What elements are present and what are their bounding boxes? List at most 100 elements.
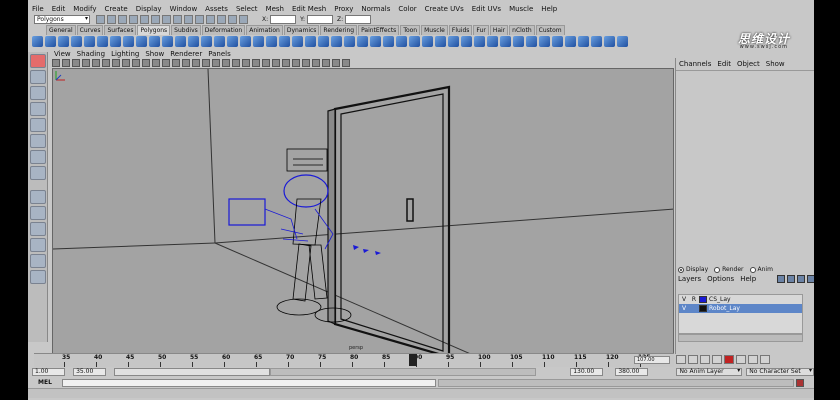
channel-menu-object[interactable]: Object xyxy=(737,60,760,68)
polygon-tool-icon[interactable] xyxy=(578,35,589,47)
select-hierarchy-icon[interactable] xyxy=(129,14,138,24)
panel-tool-icon[interactable] xyxy=(242,59,250,67)
polygon-tool-icon[interactable] xyxy=(448,35,459,47)
playback-start-field[interactable]: 35.00 xyxy=(73,368,107,376)
select-component-icon[interactable] xyxy=(151,14,160,24)
layer-down-icon[interactable] xyxy=(807,275,814,283)
panel-tool-icon[interactable] xyxy=(52,59,60,67)
polygon-tool-icon[interactable] xyxy=(396,35,407,47)
polygon-tool-icon[interactable] xyxy=(604,35,615,47)
panel-tool-icon[interactable] xyxy=(292,59,300,67)
polygon-tool-icon[interactable] xyxy=(474,35,485,47)
snap-curve-icon[interactable] xyxy=(173,14,182,24)
panel-tool-icon[interactable] xyxy=(72,59,80,67)
panel-tool-icon[interactable] xyxy=(162,59,170,67)
z-field[interactable] xyxy=(345,14,372,24)
manipulator-tool-icon[interactable] xyxy=(29,150,46,164)
radio-icon[interactable] xyxy=(749,266,756,273)
ipr-render-icon[interactable] xyxy=(228,14,237,24)
time-slider[interactable]: 35 40 45 50 55 60 65 70 75 80 85 90 95 100 105 110 115 12… xyxy=(34,353,674,367)
scale-tool-icon[interactable] xyxy=(29,134,46,148)
polygon-tool-icon[interactable] xyxy=(487,35,498,47)
four-view-layout-icon[interactable] xyxy=(29,206,46,220)
persp-graph-layout-icon[interactable] xyxy=(29,238,46,252)
character-set-dropdown[interactable]: No Character Set xyxy=(746,368,814,376)
polygon-tool-icon[interactable] xyxy=(552,35,563,47)
polygon-tool-icon[interactable] xyxy=(617,35,628,47)
layer-menu-help[interactable]: Help xyxy=(740,275,756,283)
panel-tool-icon[interactable] xyxy=(312,59,320,67)
stop-icon[interactable] xyxy=(724,355,734,364)
polygon-tool-icon[interactable] xyxy=(240,35,251,47)
layer-reference-toggle[interactable]: R xyxy=(689,296,699,303)
current-frame-field[interactable]: 107.00 xyxy=(634,356,670,364)
end-time-field[interactable]: 380.00 xyxy=(615,368,649,376)
snap-point-icon[interactable] xyxy=(184,14,193,24)
open-scene-icon[interactable] xyxy=(107,14,116,24)
play-backwards-icon[interactable] xyxy=(712,355,722,364)
menu-assets[interactable]: Assets xyxy=(205,5,228,13)
panel-tool-icon[interactable] xyxy=(222,59,230,67)
go-to-end-icon[interactable] xyxy=(760,355,770,364)
step-back-key-icon[interactable] xyxy=(688,355,698,364)
polygon-tool-icon[interactable] xyxy=(370,35,381,47)
layer-visibility-toggle[interactable]: V xyxy=(679,296,689,303)
panel-tool-icon[interactable] xyxy=(322,59,330,67)
menu-proxy[interactable]: Proxy xyxy=(334,5,353,13)
script-editor-icon[interactable] xyxy=(796,378,804,387)
polygon-tool-icon[interactable] xyxy=(45,35,56,47)
menu-color[interactable]: Color xyxy=(398,5,416,13)
polygon-tool-icon[interactable] xyxy=(409,35,420,47)
channel-menu-edit[interactable]: Edit xyxy=(717,60,731,68)
polygon-tool-icon[interactable] xyxy=(71,35,82,47)
panel-tool-icon[interactable] xyxy=(272,59,280,67)
polygon-tool-icon[interactable] xyxy=(227,35,238,47)
polygon-tool-icon[interactable] xyxy=(279,35,290,47)
panel-tool-icon[interactable] xyxy=(182,59,190,67)
polygon-tool-icon[interactable] xyxy=(84,35,95,47)
polygon-tool-icon[interactable] xyxy=(214,35,225,47)
panel-menu-panels[interactable]: Panels xyxy=(208,50,231,58)
panel-tool-icon[interactable] xyxy=(342,59,350,67)
polygon-tool-icon[interactable] xyxy=(500,35,511,47)
panel-menu-lighting[interactable]: Lighting xyxy=(111,50,139,58)
layer-list-scrollbar[interactable] xyxy=(678,334,803,342)
menu-edit-uvs[interactable]: Edit UVs xyxy=(472,5,501,13)
polygon-tool-icon[interactable] xyxy=(383,35,394,47)
panel-tool-icon[interactable] xyxy=(302,59,310,67)
snap-grid-icon[interactable] xyxy=(162,14,171,24)
polygon-tool-icon[interactable] xyxy=(110,35,121,47)
menu-edit-mesh[interactable]: Edit Mesh xyxy=(292,5,326,13)
panel-tool-icon[interactable] xyxy=(212,59,220,67)
layer-color-swatch[interactable] xyxy=(699,305,707,312)
panel-tool-icon[interactable] xyxy=(172,59,180,67)
menu-file[interactable]: File xyxy=(32,5,44,13)
create-layer-selected-icon[interactable] xyxy=(787,275,795,283)
layer-row[interactable]: V R CS_Lay xyxy=(679,295,802,304)
layer-mode-anim[interactable]: Anim xyxy=(749,266,773,273)
current-time-marker[interactable] xyxy=(409,354,417,366)
polygon-tool-icon[interactable] xyxy=(32,35,43,47)
polygon-tool-icon[interactable] xyxy=(513,35,524,47)
polygon-tool-icon[interactable] xyxy=(461,35,472,47)
panel-tool-icon[interactable] xyxy=(142,59,150,67)
layer-mode-display[interactable]: Display xyxy=(678,266,708,273)
go-to-start-icon[interactable] xyxy=(676,355,686,364)
menu-create[interactable]: Create xyxy=(104,5,127,13)
polygon-tool-icon[interactable] xyxy=(344,35,355,47)
polygon-tool-icon[interactable] xyxy=(526,35,537,47)
start-time-field[interactable]: 1.00 xyxy=(32,368,66,376)
menu-display[interactable]: Display xyxy=(136,5,162,13)
snap-surface-icon[interactable] xyxy=(195,14,204,24)
single-view-layout-icon[interactable] xyxy=(29,190,46,204)
menu-mesh[interactable]: Mesh xyxy=(266,5,284,13)
lasso-tool-icon[interactable] xyxy=(29,70,46,84)
save-scene-icon[interactable] xyxy=(118,14,127,24)
command-input[interactable] xyxy=(62,378,436,387)
polygon-tool-icon[interactable] xyxy=(266,35,277,47)
persp-outliner-layout-icon[interactable] xyxy=(29,254,46,268)
command-language-label[interactable]: MEL xyxy=(28,379,62,386)
polygon-tool-icon[interactable] xyxy=(539,35,550,47)
panel-tool-icon[interactable] xyxy=(232,59,240,67)
side-by-side-layout-icon[interactable] xyxy=(29,222,46,236)
